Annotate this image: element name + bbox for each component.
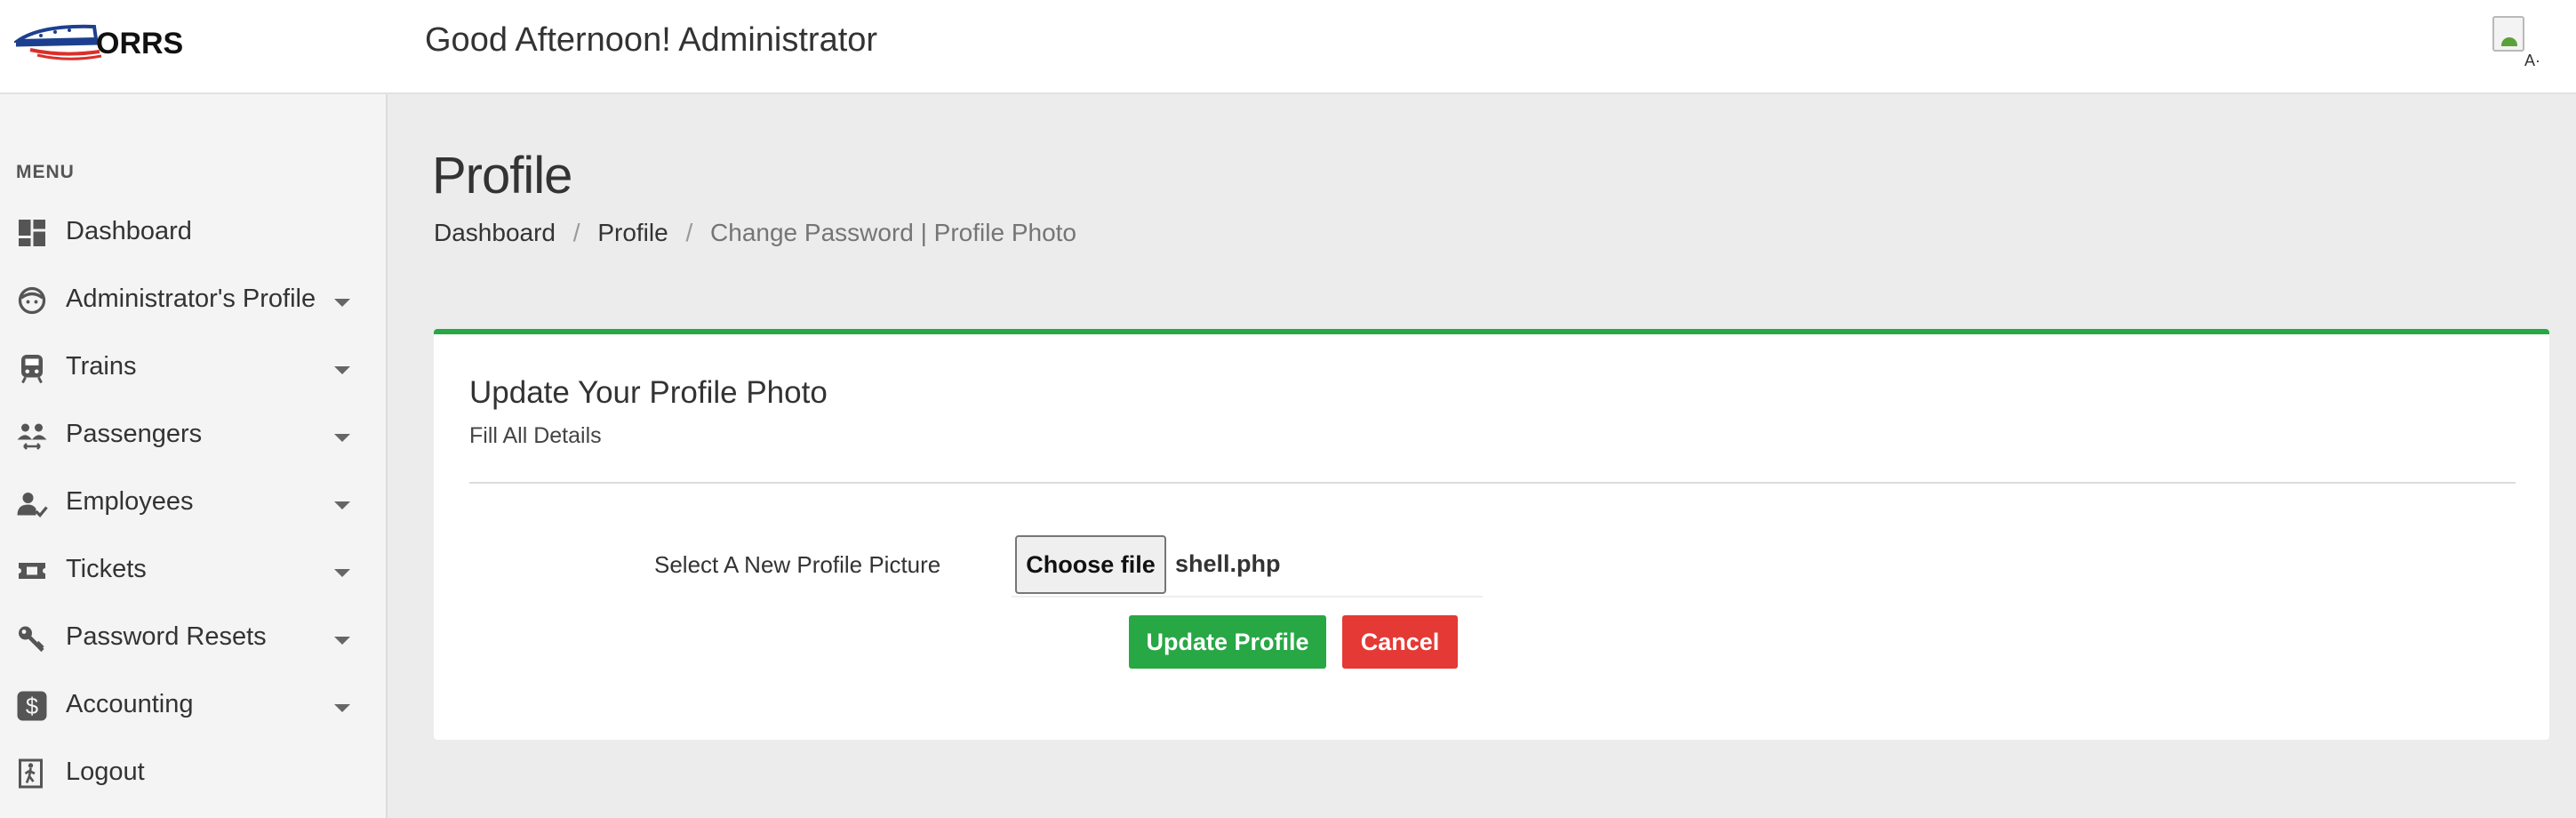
chevron-down-icon <box>334 434 350 442</box>
sidebar-item-label: Trains <box>66 352 137 381</box>
menu-heading: MENU <box>16 162 75 182</box>
avatar-alt-text: A· <box>2524 52 2540 69</box>
breadcrumb-profile[interactable]: Profile <box>597 219 668 246</box>
sidebar-item-admin-profile[interactable]: Administrator's Profile <box>0 272 386 325</box>
sidebar-item-label: Dashboard <box>66 217 192 245</box>
sidebar-item-employees[interactable]: Employees <box>0 475 386 528</box>
choose-file-button[interactable]: Choose file <box>1015 535 1166 594</box>
sidebar-item-accounting[interactable]: $ Accounting <box>0 678 386 731</box>
chevron-down-icon <box>334 299 350 307</box>
sidebar-item-label: Logout <box>66 758 145 786</box>
chevron-down-icon <box>334 704 350 712</box>
sidebar-item-passengers[interactable]: Passengers <box>0 407 386 461</box>
chevron-down-icon <box>334 501 350 509</box>
sidebar-item-label: Employees <box>66 487 194 516</box>
sidebar-item-trains[interactable]: Trains <box>0 340 386 393</box>
breadcrumb-separator: / <box>685 219 693 246</box>
top-navbar: ORRS Good Afternoon! Administrator A· <box>0 0 2576 94</box>
people-arrows-icon <box>17 423 47 450</box>
dollar-icon: $ <box>17 691 47 721</box>
breadcrumb: Dashboard / Profile / Change Password | … <box>434 219 1076 247</box>
card-subtitle: Fill All Details <box>469 423 602 448</box>
svg-text:$: $ <box>26 694 38 719</box>
cancel-button[interactable]: Cancel <box>1342 615 1458 669</box>
breadcrumb-current: Change Password | Profile Photo <box>710 219 1076 246</box>
train-icon <box>21 355 43 384</box>
sidebar-item-tickets[interactable]: Tickets <box>0 542 386 596</box>
chevron-down-icon <box>334 637 350 645</box>
avatar[interactable]: A· <box>2489 12 2546 76</box>
ticket-icon <box>19 563 45 579</box>
face-icon <box>18 286 46 315</box>
file-input[interactable]: Choose file shell.php <box>1012 533 1483 597</box>
divider <box>469 482 2516 484</box>
logo-text: ORRS <box>96 27 183 60</box>
exit-door-icon <box>19 758 43 789</box>
orrs-logo[interactable]: ORRS <box>12 21 192 62</box>
chevron-down-icon <box>334 366 350 374</box>
chevron-down-icon <box>334 569 350 577</box>
page-title: Profile <box>432 147 572 204</box>
sidebar-item-label: Passengers <box>66 420 203 448</box>
sidebar-item-label: Administrator's Profile <box>66 285 316 313</box>
sidebar-item-logout[interactable]: Logout <box>0 745 386 798</box>
sidebar-item-password-resets[interactable]: Password Resets <box>0 610 386 663</box>
update-profile-button[interactable]: Update Profile <box>1129 615 1326 669</box>
sidebar-item-label: Accounting <box>66 690 194 718</box>
sidebar-item-dashboard[interactable]: Dashboard <box>0 204 386 258</box>
card-title: Update Your Profile Photo <box>469 375 828 410</box>
selected-file-name: shell.php <box>1175 550 1281 577</box>
greeting-text: Good Afternoon! Administrator <box>425 21 878 59</box>
breadcrumb-separator: / <box>572 219 580 246</box>
profile-photo-card: Update Your Profile Photo Fill All Detai… <box>434 329 2549 740</box>
sidebar: MENU Dashboard Administrator's Profile T… <box>0 94 388 818</box>
key-icon <box>19 626 44 653</box>
dashboard-icon <box>19 220 45 246</box>
profile-picture-label: Select A New Profile Picture <box>654 551 941 578</box>
breadcrumb-dashboard[interactable]: Dashboard <box>434 219 556 246</box>
broken-image-icon <box>2492 16 2524 52</box>
sidebar-item-label: Tickets <box>66 555 147 583</box>
employee-check-icon <box>17 493 48 517</box>
sidebar-item-label: Password Resets <box>66 622 267 651</box>
